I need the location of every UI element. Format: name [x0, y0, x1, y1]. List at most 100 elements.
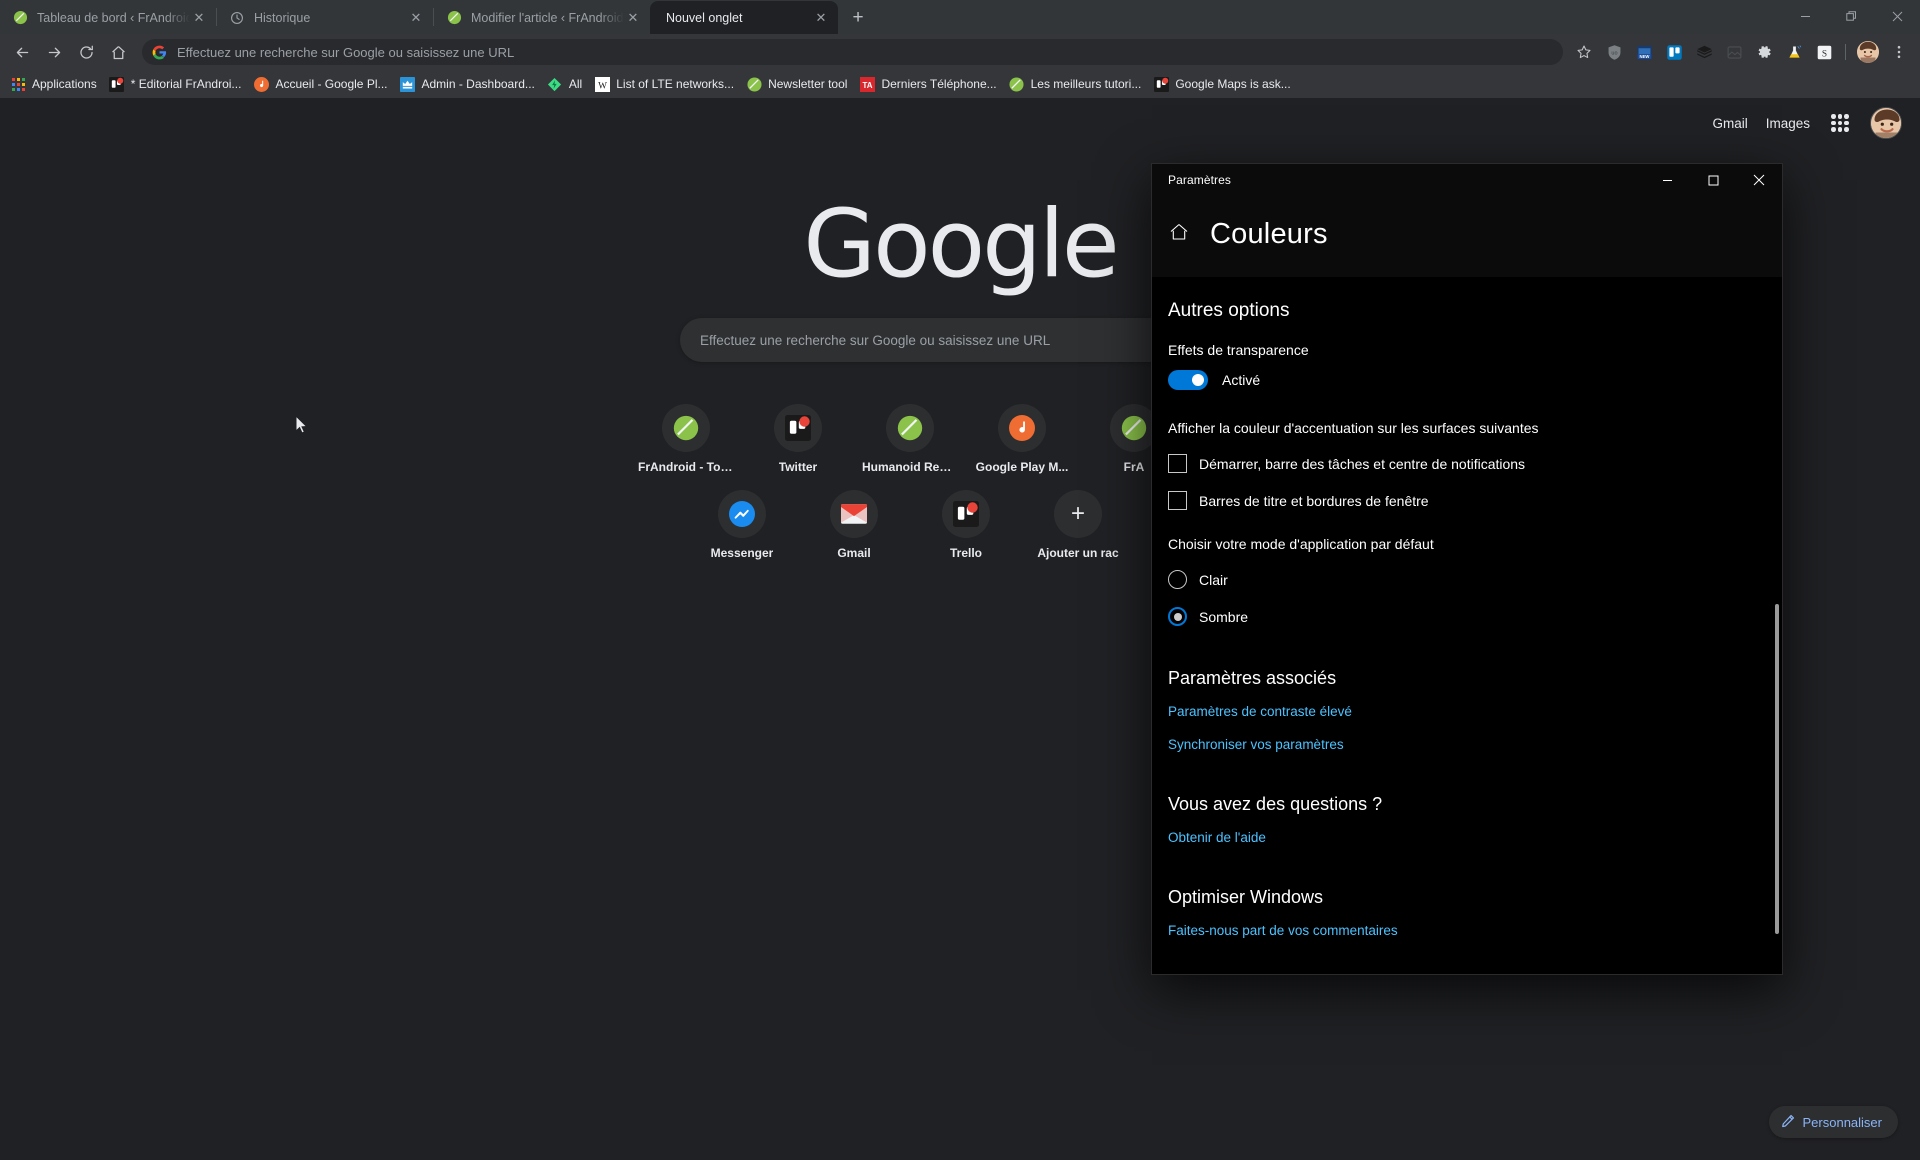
settings-titlebar[interactable]: Paramètres	[1152, 164, 1782, 196]
wikipedia-icon: W	[594, 76, 610, 92]
image-extension-icon[interactable]	[1720, 38, 1748, 66]
add-shortcut-button[interactable]: + Ajouter un rac	[1022, 474, 1134, 560]
browser-tab-4-active[interactable]: Nouvel onglet ✕	[650, 1, 838, 34]
shortcut-tile-twitter[interactable]: Twitter	[742, 388, 854, 474]
minimize-icon[interactable]	[1782, 0, 1828, 33]
bookmark-lte-networks[interactable]: W List of LTE networks...	[590, 73, 742, 95]
bookmark-editorial-frandroid[interactable]: * Editorial FrAndroi...	[105, 73, 250, 95]
transparency-toggle-row[interactable]: Activé	[1168, 370, 1782, 390]
bookmark-applications[interactable]: Applications	[6, 73, 105, 95]
ntp-header: Gmail Images	[1712, 98, 1902, 148]
link-get-help[interactable]: Obtenir de l'aide	[1168, 830, 1782, 845]
window-caption-buttons	[1782, 0, 1920, 33]
three-dot-menu-icon[interactable]	[1885, 38, 1913, 66]
windows-settings-window: Paramètres Couleurs Autres options Effet…	[1152, 164, 1782, 974]
pencil-icon	[1781, 1114, 1795, 1131]
browser-tab-2[interactable]: Historique ✕	[217, 1, 433, 34]
shortcut-label: FrAndroid - Tou...	[638, 460, 734, 474]
settings-scrollbar[interactable]	[1775, 604, 1779, 934]
bookmark-label: Newsletter tool	[768, 77, 848, 91]
tab-close-button[interactable]: ✕	[407, 9, 425, 27]
browser-toolbar: Effectuez une recherche sur Google ou sa…	[0, 34, 1920, 70]
close-icon[interactable]	[1736, 164, 1782, 196]
radio-dark[interactable]	[1168, 607, 1187, 626]
shortcut-tile-humanoid[interactable]: Humanoid Real...	[854, 388, 966, 474]
bookmark-derniers-telephones[interactable]: TA Derniers Téléphone...	[855, 73, 1004, 95]
shortcut-tile-trello[interactable]: Trello	[910, 474, 1022, 560]
bookmark-accueil-google-play[interactable]: Accueil - Google Pl...	[249, 73, 395, 95]
s-extension-icon[interactable]: S	[1810, 38, 1838, 66]
frandroid-icon	[1009, 76, 1025, 92]
bookmark-label: * Editorial FrAndroi...	[130, 77, 242, 91]
mouse-cursor	[295, 414, 308, 440]
shortcut-tile-frandroid[interactable]: FrAndroid - Tou...	[630, 388, 742, 474]
shortcut-tile-gmail[interactable]: Gmail	[798, 474, 910, 560]
settings-content: Autres options Effets de transparence Ac…	[1152, 284, 1782, 974]
radio-row-dark[interactable]: Sombre	[1168, 607, 1782, 626]
browser-tab-1[interactable]: Tableau de bord ‹ FrAndroid — W ✕	[0, 1, 216, 34]
frandroid-icon	[662, 404, 710, 452]
ta-icon: TA	[859, 76, 875, 92]
back-arrow-icon[interactable]	[7, 37, 37, 67]
checkbox-titlebars[interactable]	[1168, 491, 1187, 510]
close-icon[interactable]	[1874, 0, 1920, 33]
google-apps-grid-icon[interactable]	[1828, 111, 1852, 135]
shortcut-label: FrA	[1123, 460, 1145, 474]
browser-tab-3[interactable]: Modifier l'article ‹ FrAndroid — W ✕	[434, 1, 650, 34]
home-icon[interactable]	[103, 37, 133, 67]
minimize-icon[interactable]	[1644, 164, 1690, 196]
customize-button[interactable]: Personnaliser	[1768, 1106, 1898, 1138]
bookmark-google-maps-ask[interactable]: Google Maps is ask...	[1149, 73, 1298, 95]
flask-extension-icon[interactable]	[1780, 38, 1808, 66]
new-tab-button[interactable]: +	[844, 3, 872, 31]
home-icon[interactable]	[1168, 221, 1190, 248]
forward-arrow-icon[interactable]	[39, 37, 69, 67]
bookmark-meilleurs-tutoriels[interactable]: Les meilleurs tutori...	[1005, 73, 1150, 95]
trello-icon	[942, 490, 990, 538]
tab-close-button[interactable]: ✕	[190, 9, 208, 27]
radio-light[interactable]	[1168, 570, 1187, 589]
page-title: Couleurs	[1210, 218, 1328, 250]
shortcut-label: Humanoid Real...	[862, 460, 958, 474]
shortcut-tile-messenger[interactable]: Messenger	[686, 474, 798, 560]
settings-window-title: Paramètres	[1168, 173, 1232, 187]
checkbox-row-start-taskbar[interactable]: Démarrer, barre des tâches et centre de …	[1168, 454, 1782, 473]
address-bar[interactable]: Effectuez une recherche sur Google ou sa…	[142, 39, 1563, 65]
avatar[interactable]	[1857, 41, 1879, 63]
transparency-toggle[interactable]	[1168, 370, 1208, 390]
bookmark-all[interactable]: All	[543, 73, 590, 95]
google-play-music-icon	[998, 404, 1046, 452]
section-heading-improve-windows: Optimiser Windows	[1168, 887, 1324, 907]
checkbox-row-titlebars[interactable]: Barres de titre et bordures de fenêtre	[1168, 491, 1782, 510]
tab-close-button[interactable]: ✕	[812, 9, 830, 27]
restore-icon[interactable]	[1828, 0, 1874, 33]
images-link[interactable]: Images	[1766, 116, 1810, 131]
bookmark-label: Derniers Téléphone...	[881, 77, 997, 91]
buffer-extension-icon[interactable]	[1690, 38, 1718, 66]
google-play-music-icon	[253, 76, 269, 92]
maximize-icon[interactable]	[1690, 164, 1736, 196]
bookmark-newsletter-tool[interactable]: Newsletter tool	[742, 73, 855, 95]
shortcut-label: Messenger	[710, 546, 774, 560]
tab-close-button[interactable]: ✕	[624, 9, 642, 27]
trello-icon	[109, 76, 125, 92]
trello-icon	[774, 404, 822, 452]
avatar[interactable]	[1870, 107, 1902, 139]
gear-extension-icon[interactable]	[1750, 38, 1778, 66]
bookmarks-bar: Applications * Editorial FrAndroi... Acc…	[0, 70, 1920, 98]
checkbox-start-taskbar[interactable]	[1168, 454, 1187, 473]
ublock-origin-icon[interactable]: uo	[1600, 38, 1628, 66]
gmail-link[interactable]: Gmail	[1712, 116, 1747, 131]
bookmark-star-icon[interactable]	[1570, 38, 1598, 66]
trello-extension-icon[interactable]	[1660, 38, 1688, 66]
bookmark-admin-dashboard[interactable]: Admin - Dashboard...	[396, 73, 543, 95]
shortcut-tile-google-play-music[interactable]: Google Play M...	[966, 388, 1078, 474]
link-high-contrast-settings[interactable]: Paramètres de contraste élevé	[1168, 704, 1782, 719]
link-sync-settings[interactable]: Synchroniser vos paramètres	[1168, 737, 1782, 752]
link-send-feedback[interactable]: Faites-nous part de vos commentaires	[1168, 923, 1782, 938]
new-badge-extension-icon[interactable]: NEW	[1630, 38, 1658, 66]
radio-row-light[interactable]: Clair	[1168, 570, 1782, 589]
frandroid-icon	[746, 76, 762, 92]
reload-icon[interactable]	[71, 37, 101, 67]
plus-icon: +	[1054, 490, 1102, 538]
